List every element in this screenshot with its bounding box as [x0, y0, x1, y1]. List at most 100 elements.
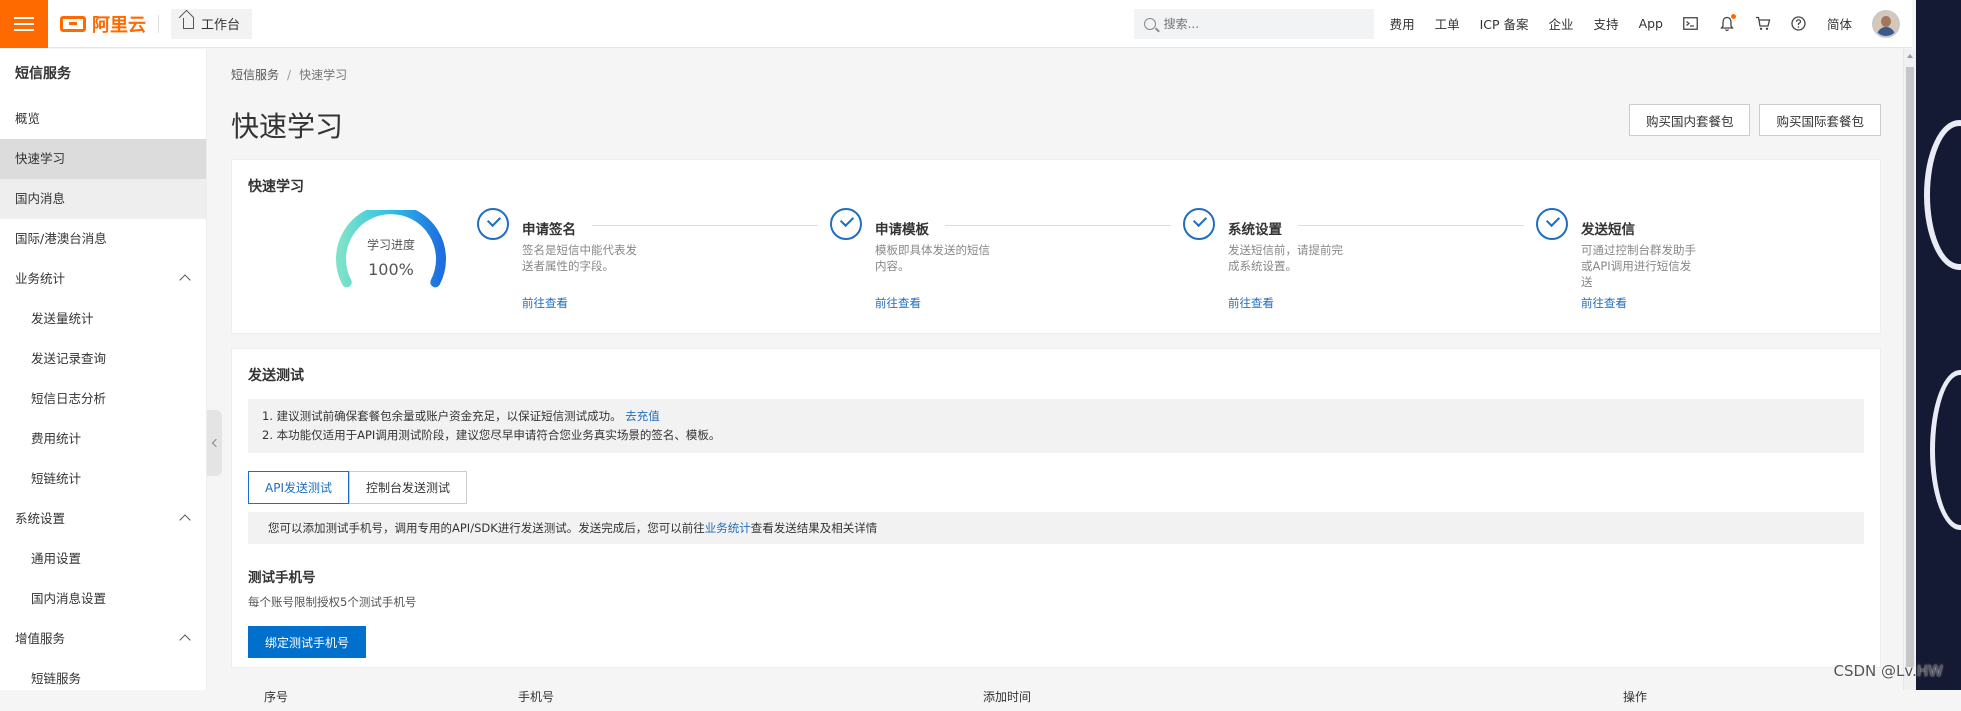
breadcrumb-separator: /: [287, 68, 291, 82]
notice-box: 1. 建议测试前确保套餐包余量或账户资金充足，以保证短信测试成功。 去充值 2.…: [248, 399, 1864, 453]
home-icon: [183, 18, 194, 29]
sidebar-item[interactable]: 发送量统计: [0, 299, 206, 339]
nav-enterprise[interactable]: 企业: [1549, 14, 1574, 33]
step-connector: [1298, 225, 1524, 226]
test-tabs: API发送测试 控制台发送测试: [248, 471, 1880, 504]
check-circle-icon: [1536, 208, 1568, 240]
sidebar-collapse-toggle[interactable]: [207, 410, 222, 476]
column-header-added-time: 添加时间: [983, 688, 1031, 705]
business-stats-link[interactable]: 业务统计: [705, 521, 751, 535]
step-system-settings: 系统设置 发送短信前，请提前完成系统设置。 前往查看: [1183, 208, 1536, 328]
aliyun-logo[interactable]: 阿里云: [60, 11, 146, 37]
nav-tickets[interactable]: 工单: [1435, 14, 1460, 33]
top-navigation-bar: 阿里云 工作台 费用 工单 ICP 备案 企业 支持 App 简体: [0, 0, 1912, 48]
scrollbar-thumb[interactable]: [1906, 67, 1914, 667]
search-input[interactable]: [1164, 17, 1344, 31]
tip-text-after: 查看发送结果及相关详情: [751, 521, 878, 535]
breadcrumb-current: 快速学习: [299, 68, 347, 82]
language-switch[interactable]: 简体: [1827, 14, 1852, 33]
notice-line-2: 2. 本功能仅适用于API调用测试阶段，建议您尽早申请符合您业务真实场景的签名、…: [262, 426, 1850, 445]
send-test-title: 发送测试: [232, 349, 1880, 385]
sidebar-item[interactable]: 发送记录查询: [0, 339, 206, 379]
sidebar-item-label: 费用统计: [31, 431, 81, 446]
sidebar-item-label: 业务统计: [15, 271, 65, 286]
sidebar-item-label: 短链服务: [31, 671, 81, 686]
sidebar-item-label: 短信日志分析: [31, 391, 106, 406]
page-scrollbar[interactable]: [1903, 49, 1916, 690]
watermark: CSDN @Lv.HW: [1834, 662, 1943, 680]
sidebar-item[interactable]: 短信日志分析: [0, 379, 206, 419]
bind-test-phone-button[interactable]: 绑定测试手机号: [248, 626, 366, 658]
search-box[interactable]: [1134, 9, 1374, 39]
sidebar-item[interactable]: 业务统计: [0, 259, 206, 299]
step-title: 发送短信: [1581, 218, 1635, 238]
sidebar-item[interactable]: 快速学习: [0, 139, 206, 179]
sidebar-item[interactable]: 短链统计: [0, 459, 206, 499]
notification-dot: [1731, 14, 1736, 19]
chevron-up-icon[interactable]: [179, 514, 190, 525]
nav-support[interactable]: 支持: [1594, 14, 1619, 33]
sidebar-menu: 概览快速学习国内消息国际/港澳台消息业务统计发送量统计发送记录查询短信日志分析费…: [0, 99, 206, 699]
workbench-label: 工作台: [201, 14, 240, 33]
test-phones-desc: 每个账号限制授权5个测试手机号: [248, 594, 1880, 610]
notice-line-1: 1. 建议测试前确保套餐包余量或账户资金充足，以保证短信测试成功。 去充值: [262, 407, 1850, 426]
background-decoration: [1930, 370, 1961, 530]
nav-billing[interactable]: 费用: [1390, 14, 1415, 33]
learning-progress-gauge: 学习进度 100%: [332, 210, 450, 290]
terminal-icon[interactable]: [1683, 16, 1699, 32]
column-header-phone: 手机号: [518, 688, 554, 705]
sidebar-item[interactable]: 国内消息: [0, 179, 206, 219]
workbench-button[interactable]: 工作台: [171, 9, 252, 39]
tab-console-test[interactable]: 控制台发送测试: [349, 471, 467, 504]
sidebar-item[interactable]: 系统设置: [0, 499, 206, 539]
step-link[interactable]: 前往查看: [1228, 295, 1274, 311]
breadcrumb-root[interactable]: 短信服务: [231, 68, 279, 82]
step-title: 系统设置: [1228, 218, 1282, 238]
step-apply-template: 申请模板 模板即具体发送的短信内容。 前往查看: [830, 208, 1183, 328]
column-header-index: 序号: [264, 688, 288, 705]
aliyun-logo-icon: [60, 16, 86, 32]
sidebar-item[interactable]: 费用统计: [0, 419, 206, 459]
step-connector: [945, 225, 1171, 226]
test-tip: 您可以添加测试手机号，调用专用的API/SDK进行发送测试。发送完成后，您可以前…: [248, 512, 1864, 544]
menu-button[interactable]: [0, 0, 48, 48]
sidebar-item-label: 通用设置: [31, 551, 81, 566]
step-link[interactable]: 前往查看: [875, 295, 921, 311]
sidebar-item[interactable]: 通用设置: [0, 539, 206, 579]
sidebar-item[interactable]: 概览: [0, 99, 206, 139]
send-test-card: 发送测试 1. 建议测试前确保套餐包余量或账户资金充足，以保证短信测试成功。 去…: [231, 348, 1881, 668]
chevron-up-icon[interactable]: [179, 274, 190, 285]
tip-text: 您可以添加测试手机号，调用专用的API/SDK进行发送测试。发送完成后，您可以前…: [268, 521, 705, 535]
sidebar-item-label: 发送量统计: [31, 311, 94, 326]
step-link[interactable]: 前往查看: [522, 295, 568, 311]
sidebar-item-label: 国内消息设置: [31, 591, 106, 606]
sidebar-item[interactable]: 短链服务: [0, 659, 206, 699]
sidebar: 短信服务 概览快速学习国内消息国际/港澳台消息业务统计发送量统计发送记录查询短信…: [0, 49, 207, 690]
quick-learning-card: 快速学习 学习进度 100% 申请签名 签名是短信中能代表发送者属性的字段。: [231, 159, 1881, 334]
sidebar-item[interactable]: 增值服务: [0, 619, 206, 659]
column-header-actions: 操作: [1623, 688, 1647, 705]
user-avatar[interactable]: [1872, 10, 1900, 38]
nav-app[interactable]: App: [1639, 16, 1663, 31]
buy-international-package-button[interactable]: 购买国际套餐包: [1759, 104, 1881, 136]
divider: [158, 15, 159, 33]
tab-api-test[interactable]: API发送测试: [248, 471, 349, 504]
recharge-link[interactable]: 去充值: [625, 409, 660, 423]
help-icon[interactable]: [1791, 16, 1807, 32]
chevron-up-icon[interactable]: [179, 634, 190, 645]
buy-domestic-package-button[interactable]: 购买国内套餐包: [1629, 104, 1751, 136]
progress-value: 100%: [332, 260, 450, 279]
step-link[interactable]: 前往查看: [1581, 295, 1627, 311]
step-description: 签名是短信中能代表发送者属性的字段。: [522, 242, 637, 274]
sidebar-item-label: 概览: [15, 111, 40, 126]
notice-text-1: 1. 建议测试前确保套餐包余量或账户资金充足，以保证短信测试成功。: [262, 409, 622, 423]
sidebar-item[interactable]: 国际/港澳台消息: [0, 219, 206, 259]
step-description: 可通过控制台群发助手或API调用进行短信发送: [1581, 242, 1696, 290]
cart-icon[interactable]: [1755, 16, 1771, 32]
search-icon: [1144, 18, 1156, 30]
nav-icp[interactable]: ICP 备案: [1480, 14, 1529, 33]
sidebar-item[interactable]: 国内消息设置: [0, 579, 206, 619]
scroll-up-icon[interactable]: [1907, 54, 1913, 58]
bell-icon[interactable]: [1719, 16, 1735, 32]
step-title: 申请模板: [875, 218, 929, 238]
